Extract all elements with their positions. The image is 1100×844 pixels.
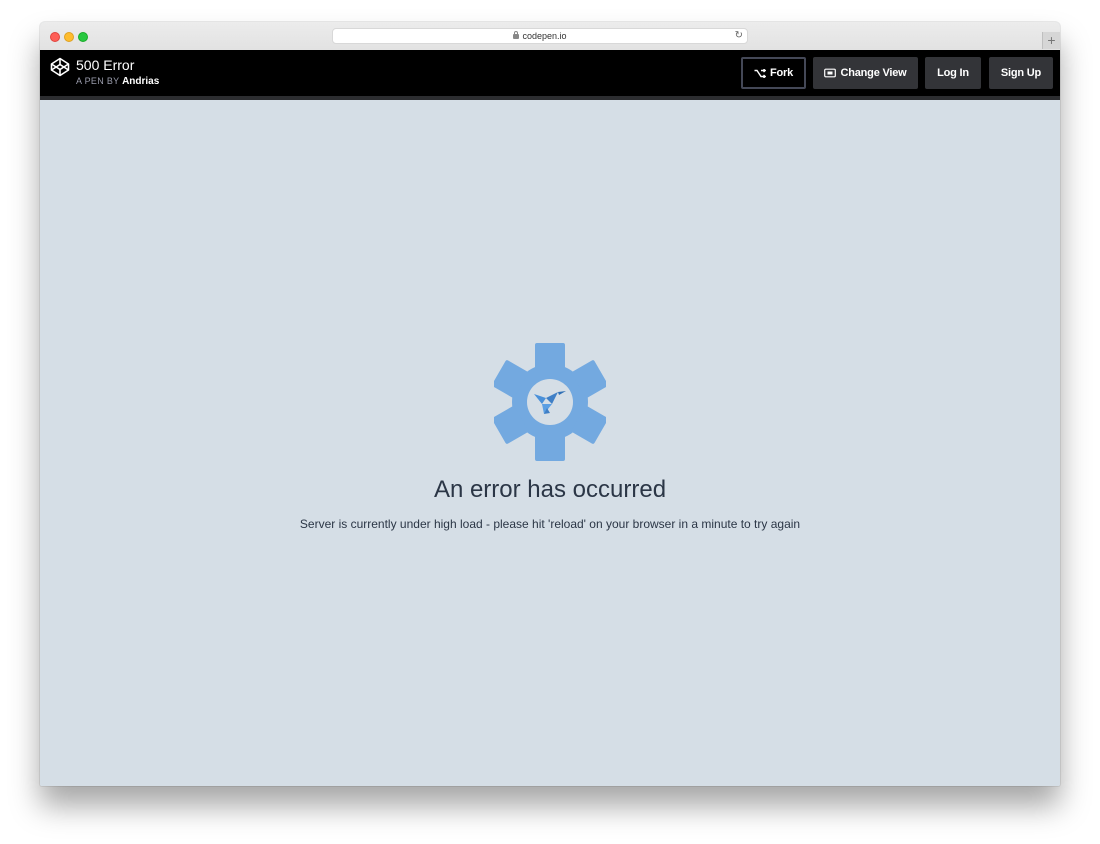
codepen-header: 500 Error A PEN BY Andrias Fork Change V…	[40, 50, 1060, 100]
sign-up-label: Sign Up	[1000, 67, 1042, 79]
codepen-logo-icon[interactable]	[50, 57, 70, 77]
fork-button[interactable]: Fork	[741, 57, 806, 89]
fork-label: Fork	[769, 67, 794, 79]
browser-window: codepen.io ↻ + 500 Error A PEN BY Andria…	[40, 22, 1060, 786]
reload-icon[interactable]: ↻	[735, 29, 743, 43]
error-title: An error has occurred	[433, 476, 667, 503]
pen-by-label: A PEN BY	[76, 76, 120, 86]
address-bar[interactable]: codepen.io ↻	[332, 28, 748, 44]
pen-preview: An error has occurred Server is currentl…	[40, 100, 1060, 786]
sign-up-button[interactable]: Sign Up	[989, 57, 1053, 89]
pen-author-link[interactable]: Andrias	[122, 76, 159, 87]
lock-icon	[513, 31, 520, 39]
fork-icon	[754, 68, 766, 78]
gear-icon	[494, 343, 606, 461]
close-window-button[interactable]	[50, 32, 60, 42]
minimize-window-button[interactable]	[64, 32, 74, 42]
zoom-window-button[interactable]	[78, 32, 88, 42]
error-message: Server is currently under high load - pl…	[299, 517, 801, 531]
pen-byline: A PEN BY Andrias	[76, 75, 159, 88]
change-view-label: Change View	[840, 67, 907, 79]
change-view-icon	[824, 68, 837, 78]
change-view-button[interactable]: Change View	[813, 57, 918, 89]
log-in-label: Log In	[937, 67, 969, 79]
browser-titlebar: codepen.io ↻ +	[40, 22, 1060, 51]
log-in-button[interactable]: Log In	[925, 57, 981, 89]
new-tab-button[interactable]: +	[1042, 32, 1060, 49]
address-text: codepen.io	[522, 31, 567, 41]
pen-title: 500 Error	[76, 57, 135, 73]
